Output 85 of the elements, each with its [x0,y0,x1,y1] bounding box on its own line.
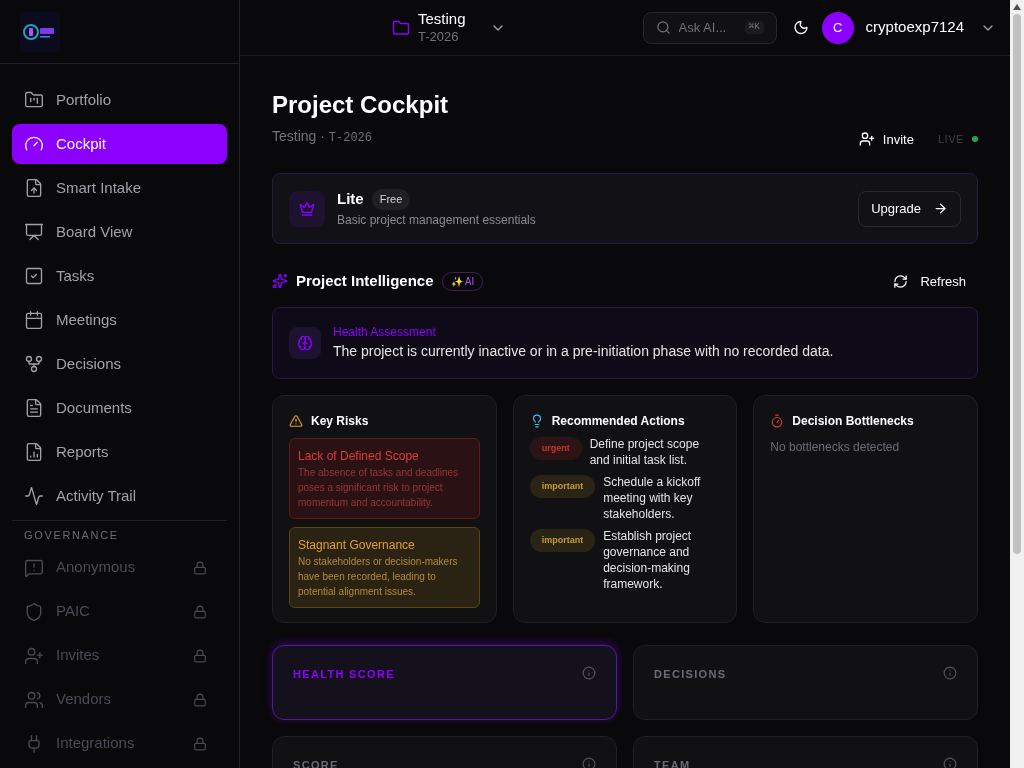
refresh-button[interactable]: Refresh [893,271,966,291]
crown-icon [299,200,315,217]
sidebar-item[interactable]: Documents [12,388,227,428]
action-text: Schedule a kickoff meeting with key stakeholders. [603,473,702,522]
folder-icon [392,18,410,37]
sidebar-item[interactable]: Reports [12,432,227,472]
search-icon [655,20,671,35]
section-heading: Project Intelligence [296,271,434,291]
action-text: Establish project governance and decision-making framework. [603,527,693,592]
theme-toggle-icon[interactable] [792,19,809,36]
card-title: Key Risks [311,412,369,430]
shortcut-key: ⌘K [744,20,764,35]
nav-icon [24,310,44,330]
nav-icon [24,398,44,418]
nav-icon [24,90,44,110]
priority-tag: urgent [529,436,582,460]
assessment-text: The project is currently inactive or in a pre-initiation phase with no recorded data. [333,342,834,361]
risk-title: Lack of Defined Scope [298,447,420,465]
live-label: LIVE [937,132,964,147]
search-field[interactable]: Ask AI... [678,17,737,38]
risk-text: The absence of tasks and deadlines poses a significant risk to project momentum and accountability. [298,465,460,510]
assessment-title: Health Assessment [333,324,437,341]
risk-title: Stagnant Governance [298,536,416,554]
risk-text: No stakeholders or decision-makers have been recorded, leading to potential alignment issues. [298,554,459,599]
metric-label: SCORE [293,757,339,768]
invite-button[interactable]: Invite [858,129,914,149]
card-title: Decision Bottlenecks [792,412,914,430]
metric-label: DECISIONS [654,666,727,680]
scroll-thumb[interactable] [1013,14,1021,554]
sidebar-item[interactable]: Meetings [12,300,227,340]
search-box[interactable]: Ask AI... ⌘K [642,11,777,44]
card-title: Recommended Actions [551,412,685,430]
timer-icon [770,413,785,428]
lock-icon [193,736,207,751]
nav-icon [24,645,44,666]
logo-icon [20,11,60,52]
lock-icon [193,692,207,707]
avatar[interactable]: C [821,11,854,44]
info-icon[interactable] [943,756,957,768]
lock-icon [193,604,207,619]
nav-icon [24,222,44,242]
sidebar-item[interactable]: Tasks [12,256,227,296]
nav-icon [24,354,44,374]
project-code: T-2026 [418,28,460,45]
sidebar-item[interactable]: Cockpit [12,124,227,164]
sidebar-item[interactable]: Activity Trail [12,476,227,516]
sidebar-item[interactable]: Decisions [12,344,227,384]
user-plus-icon [858,131,875,148]
plan-badge: Free [371,189,411,210]
page-subtitle: Testing · T-2026 [272,128,373,144]
page-title: Project Cockpit [272,90,449,120]
upgrade-button[interactable]: Upgrade [858,190,961,227]
section-title: GOVERNANCE [23,528,120,543]
plan-name: Lite [337,189,364,210]
refresh-icon [893,273,909,289]
nav-icon [24,266,44,286]
metric-label: HEALTH SCORE [293,666,395,680]
nav-icon [24,689,44,710]
sidebar-item[interactable]: Portfolio [12,80,227,120]
lock-icon [193,560,207,575]
info-icon[interactable] [582,756,596,768]
nav-icon [24,557,44,578]
metric-label: TEAM [654,757,691,768]
lock-icon [193,648,207,663]
plan-description: Basic project management essentials [337,211,536,229]
empty-message: No bottlenecks detected [770,438,901,456]
priority-tag: important [529,528,596,552]
action-text: Define project scope and initial task list. [589,435,701,468]
scroll-up-icon[interactable] [1013,4,1021,10]
nav-icon [24,442,44,462]
arrow-right-icon [933,201,948,216]
priority-tag: important [529,474,596,498]
username: cryptoexp7124 [865,17,964,38]
nav-icon [24,486,44,506]
nav-icon [24,601,44,622]
info-icon[interactable] [943,665,957,680]
nav-icon [24,178,44,198]
sidebar-item[interactable]: Smart Intake [12,168,227,208]
scrollbar[interactable] [1010,0,1024,768]
project-name: Testing [418,10,466,29]
warning-icon [289,413,303,428]
brain-icon [297,334,313,351]
sidebar-item[interactable]: Board View [12,212,227,252]
info-icon[interactable] [582,665,596,680]
sparkles-icon [272,273,288,290]
